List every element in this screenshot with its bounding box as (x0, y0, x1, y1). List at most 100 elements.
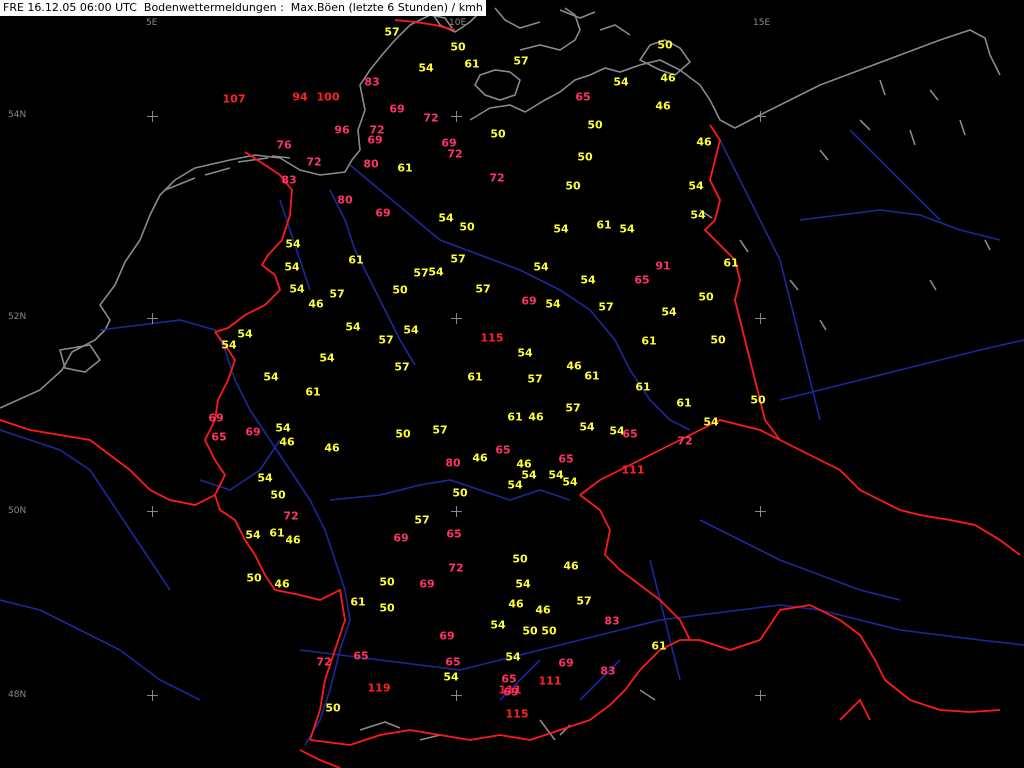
gust-value-label: 50 (379, 575, 395, 589)
gust-value-label: 61 (641, 334, 657, 348)
gust-value-label: 46 (508, 597, 524, 611)
gust-value-label: 46 (308, 297, 324, 311)
gust-value-label: 94 (292, 90, 308, 104)
gust-value-label: 54 (688, 179, 704, 193)
gust-value-label: 69 (521, 294, 537, 308)
gust-value-label: 61 (350, 595, 366, 609)
gust-value-label: 61 (596, 218, 612, 232)
gust-value-label: 80 (445, 456, 461, 470)
gust-value-label: 100 (316, 90, 340, 104)
gust-value-label: 72 (306, 155, 322, 169)
lon-label-15e: 15E (753, 18, 771, 28)
gust-value-label: 46 (285, 533, 301, 547)
gust-value-label: 54 (443, 670, 459, 684)
gust-value-label: 46 (472, 451, 488, 465)
gust-value-label: 57 (384, 25, 400, 39)
gust-value-label: 57 (329, 287, 345, 301)
grid-cross (147, 313, 158, 324)
gust-value-label: 107 (222, 92, 246, 106)
gust-value-label: 111 (621, 463, 645, 477)
gust-value-label: 61 (464, 57, 480, 71)
gust-value-label: 65 (558, 452, 574, 466)
gust-value-label: 46 (563, 559, 579, 573)
gust-value-label: 54 (579, 420, 595, 434)
gust-value-label: 61 (305, 385, 321, 399)
gust-value-label: 61 (507, 410, 523, 424)
gust-value-label: 69 (245, 425, 261, 439)
gust-value-label: 57 (513, 54, 529, 68)
gust-value-label: 54 (245, 528, 261, 542)
grid-cross (147, 111, 158, 122)
gust-value-label: 54 (619, 222, 635, 236)
gust-value-label: 65 (634, 273, 650, 287)
gust-value-label: 57 (598, 300, 614, 314)
gust-value-label: 46 (279, 435, 295, 449)
gust-value-label: 69 (393, 531, 409, 545)
gust-value-label: 54 (505, 650, 521, 664)
gust-value-label: 54 (285, 237, 301, 251)
gust-value-label: 46 (274, 577, 290, 591)
gust-value-label: 50 (698, 290, 714, 304)
gust-value-label: 50 (459, 220, 475, 234)
gust-value-label: 50 (577, 150, 593, 164)
gust-value-label: 50 (512, 552, 528, 566)
gust-value-label: 50 (522, 624, 538, 638)
gust-value-label: 54 (533, 260, 549, 274)
gust-value-label: 61 (348, 253, 364, 267)
gust-value-label: 54 (289, 282, 305, 296)
gust-value-label: 69 (389, 102, 405, 116)
gust-value-label: 57 (378, 333, 394, 347)
gust-value-label: 72 (448, 561, 464, 575)
gust-value-label: 54 (545, 297, 561, 311)
lon-label-5e: 5E (146, 18, 158, 28)
gust-value-label: 61 (651, 639, 667, 653)
gust-value-label: 50 (395, 427, 411, 441)
gust-value-label: 57 (450, 252, 466, 266)
gust-value-label: 65 (445, 655, 461, 669)
gust-value-label: 65 (211, 430, 227, 444)
gust-value-label: 61 (635, 380, 651, 394)
gust-value-label: 61 (397, 161, 413, 175)
gust-value-label: 46 (660, 71, 676, 85)
gust-value-label: 83 (604, 614, 620, 628)
gust-value-label: 54 (428, 265, 444, 279)
gust-value-label: 50 (325, 701, 341, 715)
gust-value-label: 80 (363, 157, 379, 171)
gust-value-label: 83 (600, 664, 616, 678)
gust-value-label: 54 (613, 75, 629, 89)
gust-value-label: 72 (283, 509, 299, 523)
map-title: FRE 16.12.05 06:00 UTC Bodenwettermeldun… (0, 0, 486, 16)
gust-value-label: 57 (414, 513, 430, 527)
gust-value-label: 72 (489, 171, 505, 185)
gust-value-label: 91 (655, 259, 671, 273)
gust-value-label: 50 (246, 571, 262, 585)
gust-value-label: 54 (553, 222, 569, 236)
gust-value-label: 46 (324, 441, 340, 455)
grid-cross (147, 690, 158, 701)
gust-value-label: 115 (505, 707, 529, 721)
gust-value-label: 65 (575, 90, 591, 104)
gust-value-label: 54 (438, 211, 454, 225)
gust-value-label: 80 (337, 193, 353, 207)
gust-value-label: 119 (367, 681, 391, 695)
gust-value-label: 54 (515, 577, 531, 591)
gust-value-label: 57 (432, 423, 448, 437)
gust-value-label: 50 (710, 333, 726, 347)
lat-label-48n: 48N (8, 690, 27, 700)
gust-value-label: 54 (345, 320, 361, 334)
lon-label-10e: 10E (449, 18, 467, 28)
gust-value-label: 83 (281, 173, 297, 187)
gust-value-label: 54 (403, 323, 419, 337)
gust-value-label: 54 (221, 338, 237, 352)
gust-value-label: 57 (475, 282, 491, 296)
gust-value-label: 54 (562, 475, 578, 489)
gust-value-label: 50 (750, 393, 766, 407)
gust-value-label: 72 (447, 147, 463, 161)
gust-value-label: 54 (661, 305, 677, 319)
gust-value-label: 72 (677, 434, 693, 448)
grid-cross (755, 506, 766, 517)
gust-value-label: 76 (276, 138, 292, 152)
gust-value-label: 61 (467, 370, 483, 384)
gust-value-label: 96 (334, 123, 350, 137)
gust-value-label: 54 (237, 327, 253, 341)
